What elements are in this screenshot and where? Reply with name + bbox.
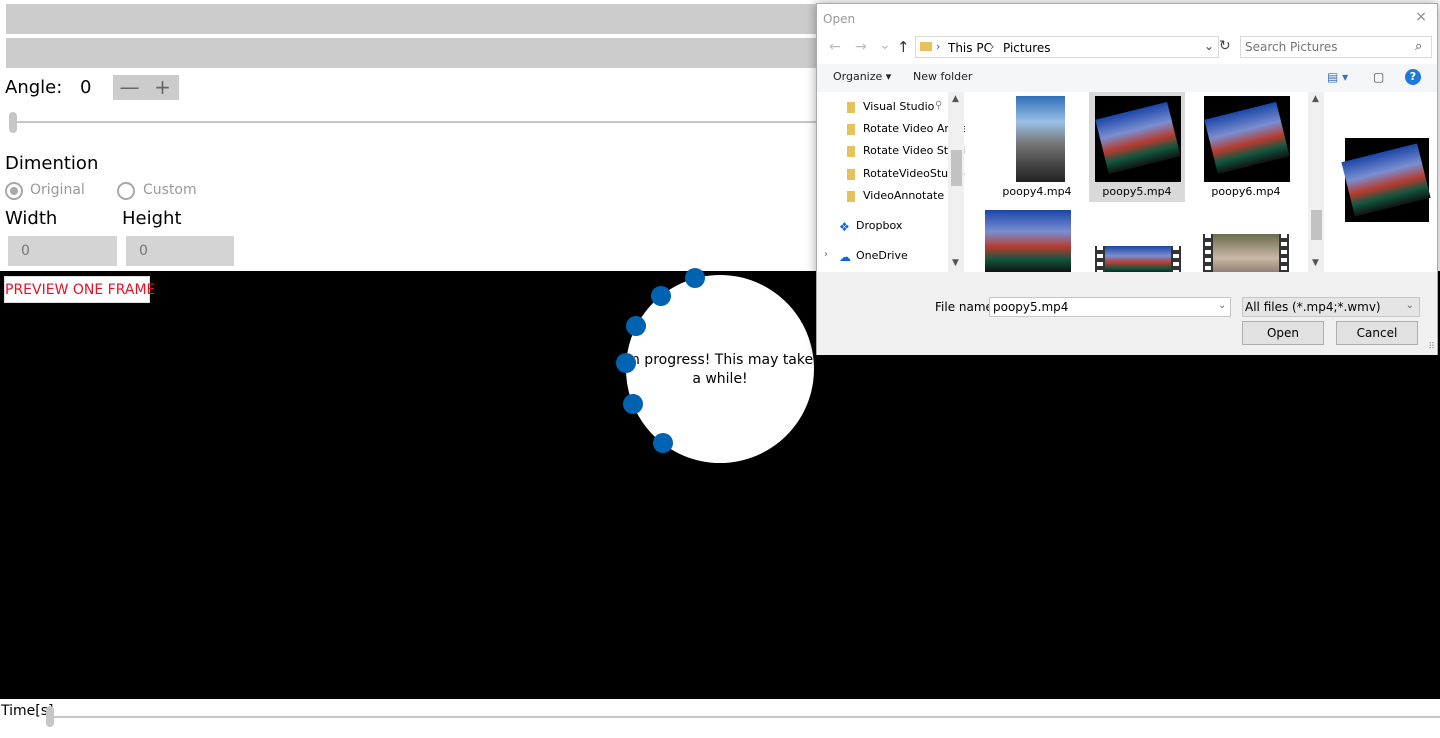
time-slider-thumb[interactable] <box>46 706 54 727</box>
help-icon[interactable]: ? <box>1405 69 1421 85</box>
nav-pane-scrollbar[interactable]: ▲ ▼ <box>948 92 964 272</box>
cancel-button[interactable]: Cancel <box>1336 321 1418 345</box>
width-input[interactable] <box>8 236 117 266</box>
file-tile[interactable] <box>983 210 1079 272</box>
folder-icon <box>847 169 855 180</box>
width-label: Width <box>5 208 58 229</box>
scroll-down-icon[interactable]: ▼ <box>952 258 959 268</box>
scrollbar-thumb[interactable] <box>1311 210 1322 240</box>
file-tile-poopy4[interactable]: poopy4.mp4 <box>989 92 1085 202</box>
progress-dot <box>653 433 673 453</box>
file-name: poopy4.mp4 <box>1002 185 1072 198</box>
preview-thumbnail <box>1341 143 1431 217</box>
folder-icon <box>847 146 855 157</box>
progress-dot <box>685 268 705 288</box>
forward-arrow-icon[interactable]: → <box>855 39 867 55</box>
file-name-label: File name: <box>935 300 997 314</box>
file-thumbnail <box>985 210 1071 272</box>
radio-custom-label: Custom <box>143 182 197 198</box>
search-icon: ⌕ <box>1415 39 1423 54</box>
preview-pane-icon[interactable]: ▢ <box>1373 70 1384 84</box>
height-input[interactable] <box>126 236 234 266</box>
folder-icon <box>920 42 932 51</box>
open-button[interactable]: Open <box>1242 321 1324 345</box>
app-window: Angle: 0 — + Dimention Original Custom W… <box>0 0 1440 738</box>
preview-one-frame-button[interactable]: PREVIEW ONE FRAME <box>4 276 155 303</box>
back-arrow-icon[interactable]: ← <box>829 39 841 55</box>
cloud-icon: ☁ <box>839 250 851 264</box>
folder-icon <box>847 124 855 135</box>
change-view-icon[interactable]: ▤ ▾ <box>1327 70 1348 84</box>
up-arrow-icon[interactable]: ↑ <box>897 38 910 56</box>
angle-slider-thumb[interactable] <box>9 112 17 133</box>
pin-icon: ⚲ <box>935 100 943 111</box>
radio-original-label: Original <box>30 182 85 198</box>
address-bar[interactable]: › This PC › Pictures ⌄ <box>915 36 1219 58</box>
angle-decrement-button[interactable]: — <box>113 75 146 100</box>
scroll-down-icon[interactable]: ▼ <box>1312 258 1319 268</box>
height-label: Height <box>122 208 182 229</box>
file-list: poopy4.mp4 poopy5.mp4 poopy6.mp4 <box>977 92 1307 272</box>
organize-button[interactable]: Organize ▾ <box>833 70 891 83</box>
chevron-right-icon: › <box>936 40 941 53</box>
angle-value: 0 <box>80 77 92 98</box>
angle-stepper: — + <box>113 75 179 100</box>
folder-icon <box>847 191 855 202</box>
angle-increment-button[interactable]: + <box>146 75 179 100</box>
chevron-right-icon[interactable]: › <box>824 249 828 260</box>
close-icon[interactable]: × <box>1415 9 1427 25</box>
file-type-select[interactable]: All files (*.mp4;*.wmv) ⌄ <box>1242 297 1420 317</box>
dialog-title: Open <box>823 12 856 26</box>
progress-dot <box>616 353 636 373</box>
open-file-dialog: Open × ← → ⌄ ↑ › This PC › Pictures ⌄ ↻ … <box>816 3 1438 355</box>
nav-item-label: Visual Studio <box>863 100 935 113</box>
breadcrumb-pictures[interactable]: Pictures <box>1003 41 1051 55</box>
preview-pane-image <box>1341 138 1431 222</box>
file-name: poopy5.mp4 <box>1102 185 1172 198</box>
radio-custom[interactable] <box>117 182 135 200</box>
progress-dot <box>623 394 643 414</box>
file-list-scrollbar[interactable]: ▲ ▼ <box>1308 92 1324 272</box>
video-thumbnail[interactable] <box>1203 234 1289 272</box>
file-name: poopy6.mp4 <box>1211 185 1281 198</box>
recent-locations-icon[interactable]: ⌄ <box>879 37 891 53</box>
file-tile-poopy6[interactable]: poopy6.mp4 <box>1198 92 1294 202</box>
nav-item-label: VideoAnnotate <box>863 189 945 202</box>
nav-item-label: OneDrive <box>856 249 908 262</box>
chevron-right-icon: › <box>990 40 995 53</box>
refresh-icon[interactable]: ↻ <box>1219 38 1231 54</box>
file-thumbnail <box>1105 246 1171 272</box>
file-thumbnail <box>1016 96 1065 182</box>
chevron-down-icon[interactable]: ⌄ <box>1204 39 1214 53</box>
dimension-label: Dimention <box>5 153 99 174</box>
angle-slider-track[interactable] <box>12 121 816 123</box>
search-input[interactable] <box>1240 36 1432 58</box>
file-tile-poopy5[interactable]: poopy5.mp4 <box>1089 92 1185 202</box>
resize-grip-icon[interactable]: ⠿ <box>1428 342 1435 352</box>
scroll-up-icon[interactable]: ▲ <box>952 94 959 104</box>
file-type-value: All files (*.mp4;*.wmv) <box>1245 300 1381 314</box>
progress-text: In progress! This may take a while! <box>626 352 814 387</box>
time-slider-track[interactable] <box>48 716 1440 718</box>
file-name-input[interactable] <box>989 297 1231 317</box>
folder-icon <box>847 102 855 113</box>
dropbox-icon: ❖ <box>839 220 850 234</box>
radio-original[interactable] <box>5 182 23 200</box>
video-thumbnail[interactable] <box>1095 246 1181 272</box>
chevron-down-icon: ⌄ <box>1405 300 1414 311</box>
scroll-up-icon[interactable]: ▲ <box>1312 94 1319 104</box>
file-thumbnail <box>1213 234 1279 272</box>
nav-item-label: Dropbox <box>856 219 903 232</box>
angle-label: Angle: <box>5 77 63 98</box>
progress-dot <box>626 316 646 336</box>
navigation-pane: Visual Studio ⚲ Rotate Video Angle Rotat… <box>817 92 965 272</box>
breadcrumb-this-pc[interactable]: This PC <box>948 41 992 55</box>
scrollbar-thumb[interactable] <box>951 150 962 186</box>
new-folder-button[interactable]: New folder <box>913 70 972 83</box>
chevron-down-icon[interactable]: ⌄ <box>1218 300 1226 311</box>
progress-dot <box>651 286 671 306</box>
